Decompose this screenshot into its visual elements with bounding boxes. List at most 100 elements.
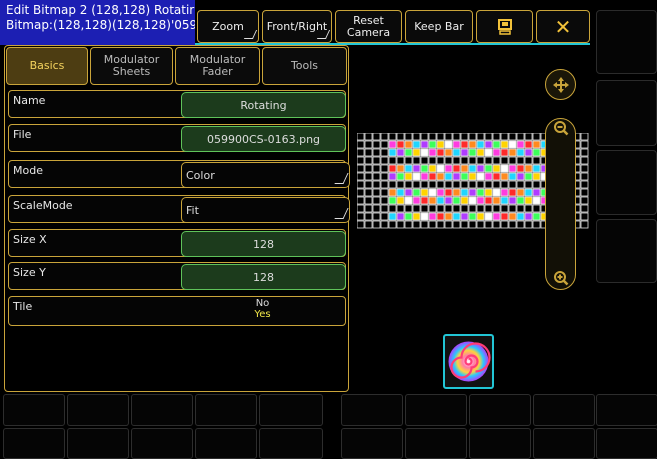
name-field[interactable]: Rotating	[181, 92, 346, 118]
executor-cell[interactable]	[533, 428, 595, 459]
executor-cell[interactable]	[533, 394, 595, 426]
pixel-cell	[412, 196, 421, 205]
tab-modulator-fader[interactable]: Modulator Fader	[175, 47, 260, 85]
executor-cell[interactable]	[3, 428, 65, 459]
tile-toggle[interactable]: No Yes	[181, 298, 344, 320]
pixel-cell	[364, 220, 373, 229]
close-icon: ✕	[554, 14, 572, 39]
pixel-cell	[436, 148, 445, 157]
property-row-size-y: Size Y 128	[8, 262, 346, 290]
pixel-cell	[357, 133, 365, 141]
pixel-cell	[476, 196, 485, 205]
pixel-cell	[484, 212, 493, 221]
bitmap-thumbnail[interactable]	[443, 334, 494, 389]
scalemode-dropdown[interactable]: Fit	[181, 197, 350, 223]
pixel-cell	[500, 164, 509, 173]
pixel-cell	[404, 196, 413, 205]
executor-cell[interactable]	[195, 428, 257, 459]
pixel-cell	[516, 220, 525, 229]
pan-button[interactable]	[545, 69, 576, 100]
keep-bar-label: Keep Bar	[414, 19, 464, 33]
pixel-cell	[357, 172, 365, 181]
executor-cell[interactable]	[259, 394, 323, 426]
tab-tools[interactable]: Tools	[262, 47, 347, 85]
pixel-cell	[436, 220, 445, 229]
window-toggle-button[interactable]	[476, 10, 533, 43]
pixel-cell	[524, 196, 533, 205]
tab-modulator-sheets[interactable]: Modulator Sheets	[90, 47, 173, 85]
pixel-cell	[492, 196, 501, 205]
pixel-cell	[500, 133, 509, 141]
property-row-tile[interactable]: Tile No Yes	[8, 296, 346, 326]
pixel-cell	[364, 140, 373, 149]
pixel-cell	[580, 148, 589, 157]
front-right-button[interactable]: Front/Right	[262, 10, 332, 43]
pixel-cell	[492, 172, 501, 181]
pixel-cell	[388, 133, 397, 141]
right-slot-1[interactable]	[596, 10, 657, 74]
pixel-cell	[436, 172, 445, 181]
executor-cell[interactable]	[67, 394, 129, 426]
pixel-cell	[460, 172, 469, 181]
keep-bar-button[interactable]: Keep Bar	[405, 10, 473, 43]
pixel-cell	[460, 212, 469, 221]
close-button[interactable]: ✕	[536, 10, 590, 43]
pixel-cell	[364, 148, 373, 157]
zoom-in-button[interactable]	[545, 262, 576, 293]
pixel-cell	[444, 164, 453, 173]
pixel-cell	[484, 204, 493, 213]
pixel-cell	[580, 156, 589, 165]
executor-cell[interactable]	[3, 394, 65, 426]
property-row-mode: Mode Color	[8, 160, 350, 188]
pixel-cell	[580, 212, 589, 221]
executor-cell[interactable]	[469, 428, 531, 459]
executor-cell[interactable]	[596, 394, 657, 426]
pixel-cell	[436, 212, 445, 221]
pixel-cell	[372, 133, 381, 141]
pixel-cell	[364, 156, 373, 165]
executor-cell[interactable]	[341, 428, 403, 459]
pixel-cell	[412, 148, 421, 157]
executor-cell[interactable]	[596, 428, 657, 459]
right-slot-2[interactable]	[596, 80, 657, 146]
file-field[interactable]: 059900CS-0163.png	[181, 126, 346, 152]
executor-cell[interactable]	[405, 394, 467, 426]
window-icon	[497, 18, 512, 35]
executor-cell[interactable]	[259, 428, 323, 459]
executor-cell[interactable]	[195, 394, 257, 426]
zoom-in-icon	[553, 270, 568, 285]
size-y-field[interactable]: 128	[181, 264, 346, 290]
pixel-cell	[420, 196, 429, 205]
pixel-cell	[532, 188, 541, 197]
pixel-cell	[476, 156, 485, 165]
pixel-cell	[444, 156, 453, 165]
right-slot-4[interactable]	[596, 219, 657, 283]
executor-cell[interactable]	[67, 428, 129, 459]
pixel-cell	[404, 188, 413, 197]
pixel-cell	[364, 204, 373, 213]
zoom-out-icon	[553, 120, 568, 135]
pixel-cell	[484, 196, 493, 205]
pixel-cell	[428, 172, 437, 181]
front-right-label: Front/Right	[266, 19, 328, 33]
pixel-cell	[364, 133, 373, 141]
pixel-cell	[452, 220, 461, 229]
zoom-out-button[interactable]	[545, 112, 576, 143]
pixel-cell	[492, 133, 501, 141]
zoom-button[interactable]: Zoom	[197, 10, 259, 43]
pixel-cell	[357, 180, 365, 189]
executor-cell[interactable]	[405, 428, 467, 459]
executor-cell[interactable]	[341, 394, 403, 426]
reset-camera-button[interactable]: Reset Camera	[335, 10, 402, 43]
pixel-cell	[364, 188, 373, 197]
executor-cell[interactable]	[469, 394, 531, 426]
mode-dropdown[interactable]: Color	[181, 162, 350, 188]
right-slot-3[interactable]	[596, 150, 657, 215]
pixel-cell	[357, 188, 365, 197]
pixel-cell	[580, 188, 589, 197]
tab-basics[interactable]: Basics	[6, 47, 88, 85]
size-x-field[interactable]: 128	[181, 231, 346, 257]
executor-cell[interactable]	[131, 394, 193, 426]
pixel-cell	[428, 212, 437, 221]
executor-cell[interactable]	[131, 428, 193, 459]
